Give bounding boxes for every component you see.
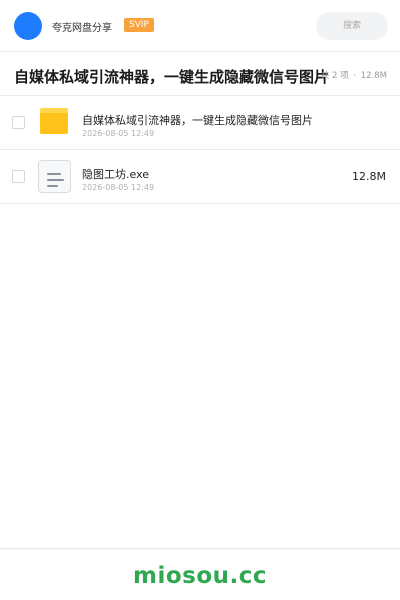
avatar[interactable] <box>14 12 42 40</box>
row-checkbox[interactable] <box>12 170 25 183</box>
footer: miosou.cc <box>0 548 400 600</box>
file-row[interactable]: 隐图工坊.exe 2026-08-05 12:49 12.8M <box>0 150 400 204</box>
page-title: 自媒体私域引流神器，一键生成隐藏微信号图片 <box>14 68 330 86</box>
svip-badge: SVIP <box>124 18 154 32</box>
file-name[interactable]: 自媒体私域引流神器，一键生成隐藏微信号图片 <box>82 112 313 128</box>
file-size: 12.8M <box>352 170 386 183</box>
share-summary: 共 2 项 · 12.8M <box>321 69 387 81</box>
share-title-row: 自媒体私域引流神器，一键生成隐藏微信号图片 共 2 项 · 12.8M <box>0 52 400 96</box>
file-name[interactable]: 隐图工坊.exe <box>82 166 149 182</box>
item-count: 共 2 项 <box>320 71 349 81</box>
file-row[interactable]: 自媒体私域引流神器，一键生成隐藏微信号图片 2026-08-05 12:49 <box>0 96 400 150</box>
folder-icon <box>40 108 68 134</box>
row-checkbox[interactable] <box>12 116 25 129</box>
share-header: 夸克网盘分享 SVIP 搜索 <box>0 0 400 52</box>
user-name[interactable]: 夸克网盘分享 <box>52 19 112 34</box>
total-size: 12.8M <box>360 71 387 81</box>
file-date: 2026-08-05 12:49 <box>82 183 155 192</box>
file-date: 2026-08-05 12:49 <box>82 129 155 138</box>
summary-separator: · <box>353 71 357 81</box>
watermark: miosou.cc <box>132 563 268 589</box>
file-icon <box>38 160 71 193</box>
search-input[interactable]: 搜索 <box>316 12 388 40</box>
